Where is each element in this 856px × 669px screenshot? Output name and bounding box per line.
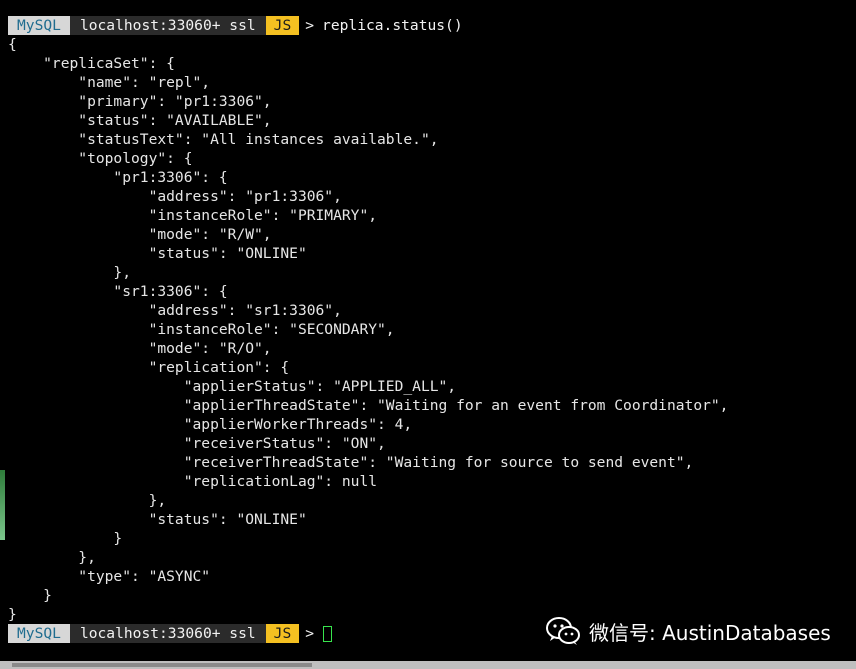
output-line: "applierStatus": "APPLIED_ALL",: [8, 378, 457, 395]
output-line: "replicationLag": null: [8, 473, 378, 490]
output-line: "applierWorkerThreads": 4,: [8, 416, 413, 433]
output-line: "sr1:3306": {: [8, 283, 228, 300]
output-line: "replicaSet": {: [8, 55, 175, 72]
output-line: "name": "repl",: [8, 74, 211, 91]
output-line: "status": "AVAILABLE",: [8, 112, 272, 129]
output-line: "statusText": "All instances available."…: [8, 131, 439, 148]
text-cursor[interactable]: [323, 625, 333, 642]
prompt-line-command: MySQL localhost:33060+ ssl JS > replica.stat…: [8, 16, 848, 35]
output-line: "instanceRole": "PRIMARY",: [8, 207, 378, 224]
output-line: "applierThreadState": "Waiting for an ev…: [8, 397, 729, 414]
prompt-host-segment: localhost:33060+ ssl: [69, 16, 266, 35]
command-output: { "replicaSet": { "name": "repl", "prima…: [8, 35, 848, 624]
prompt-mode-segment: JS: [265, 624, 300, 643]
output-line: "status": "ONLINE": [8, 245, 307, 262]
prompt-arrow: >: [305, 625, 315, 642]
output-line: "type": "ASYNC": [8, 568, 211, 585]
output-line: }: [8, 530, 123, 547]
background-window-edge: [0, 470, 5, 540]
output-line: {: [8, 36, 17, 53]
wechat-watermark: 微信号: AustinDatabases: [545, 616, 831, 646]
horizontal-scrollbar[interactable]: [0, 661, 856, 669]
output-line: },: [8, 492, 167, 509]
output-line: "receiverThreadState": "Waiting for sour…: [8, 454, 694, 471]
watermark-text: 微信号: AustinDatabases: [589, 620, 831, 645]
output-line: "receiverStatus": "ON",: [8, 435, 386, 452]
output-line: "topology": {: [8, 150, 193, 167]
command-text: replica.status(): [322, 17, 463, 34]
prompt-mode-segment: JS: [265, 16, 300, 35]
output-line: },: [8, 264, 132, 281]
output-line: "instanceRole": "SECONDARY",: [8, 321, 395, 338]
output-line: },: [8, 549, 96, 566]
output-line: "mode": "R/O",: [8, 340, 272, 357]
output-line: "address": "sr1:3306",: [8, 302, 342, 319]
terminal-window[interactable]: MySQL localhost:33060+ ssl JS > replica.stat…: [8, 16, 848, 652]
output-line: }: [8, 587, 52, 604]
wechat-icon: [546, 617, 580, 645]
prompt-mysql-segment: MySQL: [8, 16, 70, 35]
output-line: "mode": "R/W",: [8, 226, 272, 243]
prompt-arrow: >: [305, 17, 315, 34]
prompt-mysql-segment: MySQL: [8, 624, 70, 643]
output-line: "status": "ONLINE": [8, 511, 307, 528]
output-line: "primary": "pr1:3306",: [8, 93, 272, 110]
prompt-host-segment: localhost:33060+ ssl: [69, 624, 266, 643]
scrollbar-thumb[interactable]: [12, 663, 312, 667]
output-line: "address": "pr1:3306",: [8, 188, 342, 205]
output-line: "replication": {: [8, 359, 290, 376]
output-line: "pr1:3306": {: [8, 169, 228, 186]
